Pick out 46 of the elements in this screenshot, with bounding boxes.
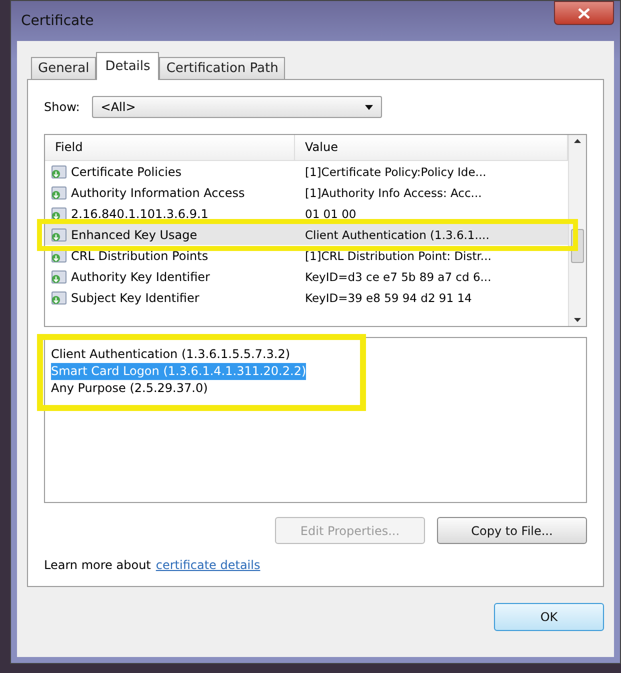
field-row[interactable]: CRL Distribution Points [1]CRL Distribution Point: Distr... bbox=[45, 245, 568, 266]
learn-more-text: Learn more about bbox=[44, 558, 151, 572]
field-name: 2.16.840.1.101.3.6.9.1 bbox=[71, 206, 208, 220]
field-name: CRL Distribution Points bbox=[71, 248, 208, 262]
dialog-button[interactable]: Copy to File... bbox=[437, 517, 587, 544]
window-title: Certificate bbox=[21, 13, 94, 29]
scroll-up-icon bbox=[574, 139, 581, 143]
field-row[interactable]: Enhanced Key Usage Client Authentication (1.3.6.1.... bbox=[45, 224, 568, 245]
field-value: Client Authentication (1.3.6.1.... bbox=[304, 228, 490, 242]
field-row[interactable]: Subject Key Identifier KeyID=39 e8 59 94 d2 91 14 bbox=[45, 287, 568, 308]
column-header[interactable]: Field bbox=[45, 135, 295, 160]
certificate-field-icon bbox=[51, 164, 67, 178]
field-name: Authority Key Identifier bbox=[71, 270, 210, 284]
tab[interactable]: Details bbox=[96, 52, 160, 80]
certificate-field-icon bbox=[51, 270, 67, 284]
certificate-field-icon bbox=[51, 186, 67, 200]
certificate-field-icon bbox=[51, 228, 67, 242]
field-row[interactable]: Certificate Policies [1]Certificate Policy:Policy Ide... bbox=[45, 161, 568, 182]
field-name: Enhanced Key Usage bbox=[71, 228, 198, 242]
close-icon bbox=[578, 8, 590, 18]
field-name: Subject Key Identifier bbox=[71, 290, 200, 304]
field-value: KeyID=39 e8 59 94 d2 91 14 bbox=[304, 290, 473, 304]
field-name: Authority Information Access bbox=[71, 186, 245, 200]
field-row[interactable]: Authority Information Access [1]Authority Info Access: Acc... bbox=[45, 182, 568, 203]
certificate-field-icon bbox=[51, 206, 67, 220]
field-value: [1]Authority Info Access: Acc... bbox=[304, 186, 483, 200]
tab[interactable]: Certification Path bbox=[159, 57, 286, 79]
field-value: 01 01 00 bbox=[304, 206, 358, 220]
show-dropdown[interactable]: <All> bbox=[92, 96, 382, 118]
field-row[interactable]: 2.16.840.1.101.3.6.9.1 01 01 00 bbox=[45, 203, 568, 224]
show-label: Show: bbox=[44, 100, 80, 114]
scrollbar[interactable] bbox=[568, 135, 586, 326]
scroll-down-icon bbox=[574, 318, 581, 322]
dropdown-arrow-icon bbox=[364, 104, 373, 110]
field-value: [1]CRL Distribution Point: Distr... bbox=[304, 248, 492, 262]
tab[interactable]: General bbox=[31, 57, 96, 79]
field-row[interactable]: Authority Key Identifier KeyID=d3 ce e7 5b 89 a7 cd 6... bbox=[45, 266, 568, 287]
detail-line: Client Authentication (1.3.6.1.5.5.7.3.2) bbox=[51, 346, 290, 364]
field-name: Certificate Policies bbox=[71, 164, 182, 178]
field-value: [1]Certificate Policy:Policy Ide... bbox=[304, 164, 488, 178]
field-value: KeyID=d3 ce e7 5b 89 a7 cd 6... bbox=[304, 270, 492, 284]
close-button[interactable] bbox=[554, 1, 614, 25]
ok-button[interactable]: OK bbox=[494, 603, 604, 631]
detail-line: Any Purpose (2.5.29.37.0) bbox=[51, 380, 208, 398]
certificate-field-icon bbox=[51, 290, 67, 304]
certificate-details-link[interactable]: certificate details bbox=[156, 558, 260, 572]
